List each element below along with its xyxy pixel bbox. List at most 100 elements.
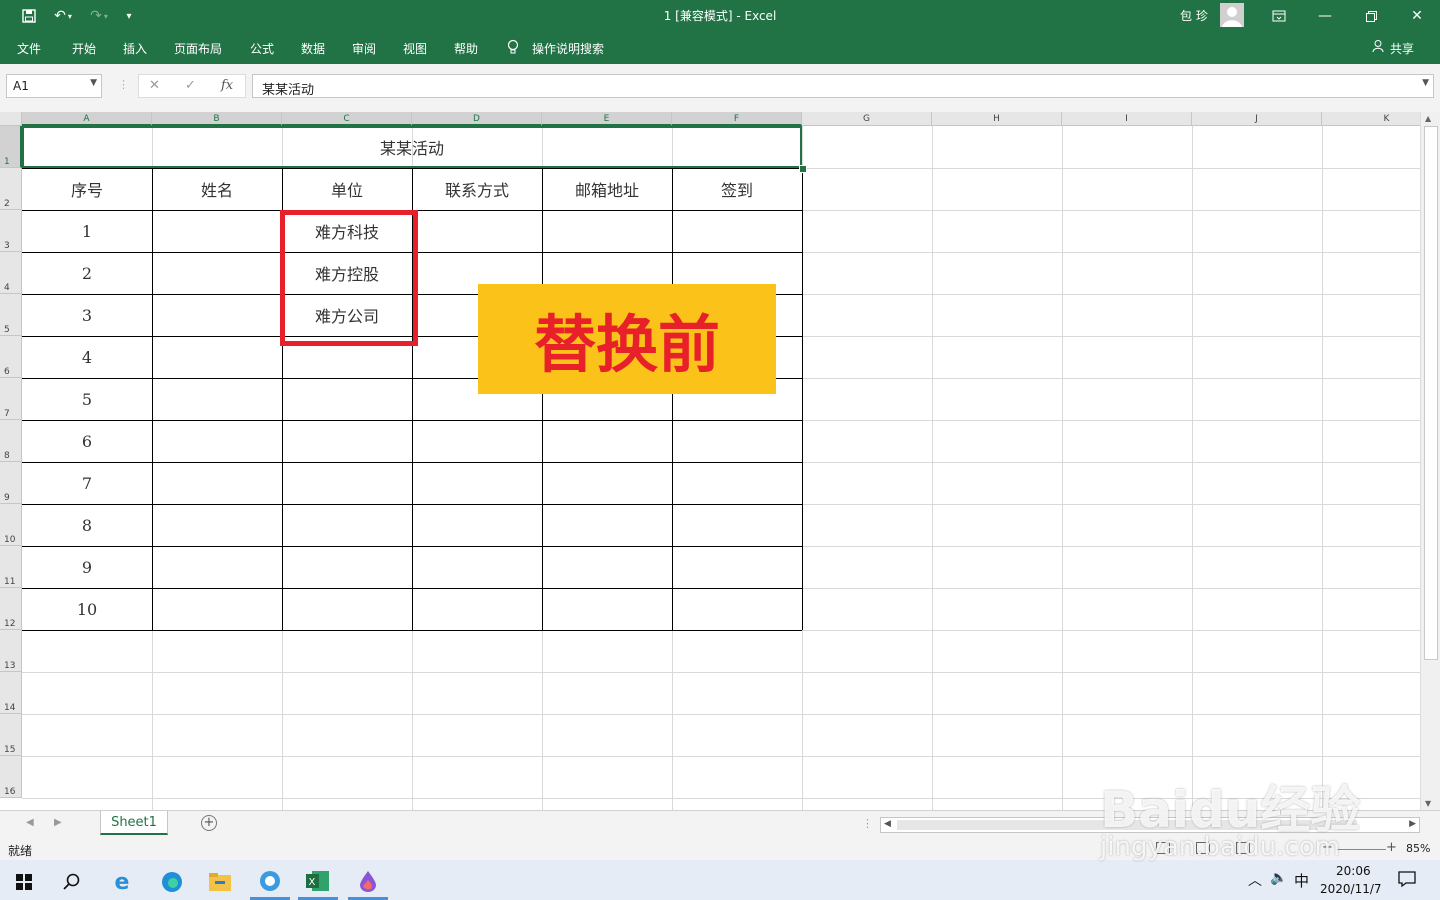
row-header[interactable]: 14 (0, 672, 22, 714)
seq-cell[interactable]: 4 (22, 336, 152, 378)
column-header-b[interactable]: B (152, 112, 282, 126)
row-header[interactable]: 9 (0, 462, 22, 504)
add-sheet-icon[interactable]: + (201, 815, 217, 831)
formula-input[interactable]: 某某活动 ▼ (252, 74, 1434, 98)
minimize-icon[interactable]: — (1302, 0, 1348, 32)
normal-view-icon[interactable] (1156, 842, 1170, 854)
seq-cell[interactable]: 6 (22, 420, 152, 462)
tab-insert[interactable]: 插入 (123, 40, 147, 57)
seq-cell[interactable]: 1 (22, 210, 152, 252)
chevron-up-icon[interactable]: ︿ (1248, 870, 1262, 890)
row-header[interactable]: 13 (0, 630, 22, 672)
paint-app-icon[interactable] (348, 864, 388, 900)
column-header-h[interactable]: H (932, 112, 1062, 126)
row-header[interactable]: 11 (0, 546, 22, 588)
clock-time[interactable]: 20:06 (1336, 864, 1371, 878)
restore-icon[interactable] (1348, 0, 1394, 32)
drag-handle-icon[interactable]: ⋮ (118, 78, 129, 91)
column-header-d[interactable]: D (412, 112, 542, 126)
seq-cell[interactable]: 8 (22, 504, 152, 546)
internet-explorer-icon[interactable]: e (102, 864, 142, 900)
header-cell-email[interactable]: 邮箱地址 (542, 168, 672, 210)
scroll-right-icon[interactable]: ▶ (1409, 819, 1416, 829)
row-header[interactable]: 2 (0, 168, 22, 210)
row-header[interactable]: 8 (0, 420, 22, 462)
clock-date[interactable]: 2020/11/7 (1320, 882, 1382, 896)
tab-review[interactable]: 审阅 (352, 40, 376, 57)
user-name[interactable]: 包 珍 (1180, 7, 1208, 24)
sheet-tab[interactable]: Sheet1 (100, 811, 168, 835)
column-header-a[interactable]: A (22, 112, 152, 126)
split-handle-icon[interactable]: ⋮ (862, 817, 873, 830)
column-header-j[interactable]: J (1192, 112, 1322, 126)
row-header[interactable]: 4 (0, 252, 22, 294)
chevron-down-icon[interactable]: ▼ (90, 78, 97, 88)
header-cell-seq[interactable]: 序号 (22, 168, 152, 210)
scroll-down-icon[interactable]: ▼ (1425, 799, 1431, 808)
search-icon[interactable] (52, 864, 92, 900)
page-layout-view-icon[interactable] (1196, 842, 1210, 854)
tab-formulas[interactable]: 公式 (250, 40, 274, 57)
zoom-in-icon[interactable]: + (1386, 840, 1397, 855)
row-header[interactable]: 12 (0, 588, 22, 630)
row-header[interactable]: 3 (0, 210, 22, 252)
ime-indicator[interactable]: 中 (1294, 870, 1309, 891)
row-header[interactable]: 10 (0, 504, 22, 546)
vertical-scrollbar[interactable]: ▲ ▼ (1420, 112, 1440, 810)
undo-icon[interactable]: ↶ ▾ (48, 6, 78, 26)
zoom-slider[interactable] (1336, 849, 1386, 850)
tab-view[interactable]: 视图 (403, 40, 427, 57)
tab-help[interactable]: 帮助 (454, 40, 478, 57)
ribbon-display-options-icon[interactable] (1256, 0, 1302, 32)
worksheet-grid[interactable]: A B C D E F G H I J K 1 2 3 4 5 6 7 8 9 … (0, 112, 1440, 810)
name-box[interactable]: A1 ▼ (6, 74, 102, 98)
row-header[interactable]: 5 (0, 294, 22, 336)
share-icon[interactable] (1372, 39, 1386, 56)
browser-app-icon[interactable] (250, 864, 290, 900)
row-header[interactable]: 16 (0, 756, 22, 798)
edge-browser-icon[interactable] (152, 864, 192, 900)
header-cell-unit[interactable]: 单位 (282, 168, 412, 210)
row-header[interactable]: 1 (0, 126, 22, 168)
enter-icon[interactable]: ✓ (185, 78, 196, 93)
header-cell-checkin[interactable]: 签到 (672, 168, 802, 210)
tab-page-layout[interactable]: 页面布局 (174, 40, 222, 57)
row-header[interactable]: 7 (0, 378, 22, 420)
scroll-up-icon[interactable]: ▲ (1425, 114, 1431, 123)
seq-cell[interactable]: 9 (22, 546, 152, 588)
seq-cell[interactable]: 3 (22, 294, 152, 336)
header-cell-contact[interactable]: 联系方式 (412, 168, 542, 210)
excel-app-icon[interactable]: X (298, 864, 338, 900)
seq-cell[interactable]: 2 (22, 252, 152, 294)
notification-icon[interactable] (1398, 870, 1416, 891)
insert-function-icon[interactable]: fx (221, 78, 233, 93)
horizontal-scrollbar[interactable]: ◀ ▶ (880, 817, 1420, 833)
column-header-c[interactable]: C (282, 112, 412, 126)
scroll-thumb[interactable] (1424, 126, 1438, 660)
merged-title-cell[interactable]: 某某活动 (22, 126, 802, 168)
tab-data[interactable]: 数据 (301, 40, 325, 57)
scroll-left-icon[interactable]: ◀ (884, 819, 891, 829)
zoom-level[interactable]: 85% (1406, 842, 1430, 855)
avatar[interactable] (1220, 3, 1244, 27)
file-explorer-icon[interactable] (200, 864, 240, 900)
column-header-e[interactable]: E (542, 112, 672, 126)
zoom-out-icon[interactable]: − (1322, 840, 1333, 855)
seq-cell[interactable]: 5 (22, 378, 152, 420)
cancel-icon[interactable]: ✕ (149, 78, 160, 93)
seq-cell[interactable]: 10 (22, 588, 152, 630)
expand-formula-icon[interactable]: ▼ (1422, 78, 1429, 88)
select-all-corner[interactable] (0, 112, 22, 126)
tell-me-search[interactable]: 操作说明搜索 (532, 40, 604, 57)
row-header[interactable]: 6 (0, 336, 22, 378)
next-sheet-icon[interactable]: ▶ (54, 817, 62, 828)
header-cell-name[interactable]: 姓名 (152, 168, 282, 210)
column-header-f[interactable]: F (672, 112, 802, 126)
seq-cell[interactable]: 7 (22, 462, 152, 504)
save-icon[interactable] (18, 6, 40, 26)
scroll-thumb[interactable] (897, 820, 1357, 830)
column-header-i[interactable]: I (1062, 112, 1192, 126)
tab-file[interactable]: 文件 (17, 40, 41, 57)
tab-home[interactable]: 开始 (72, 40, 96, 57)
share-button[interactable]: 共享 (1390, 40, 1414, 57)
